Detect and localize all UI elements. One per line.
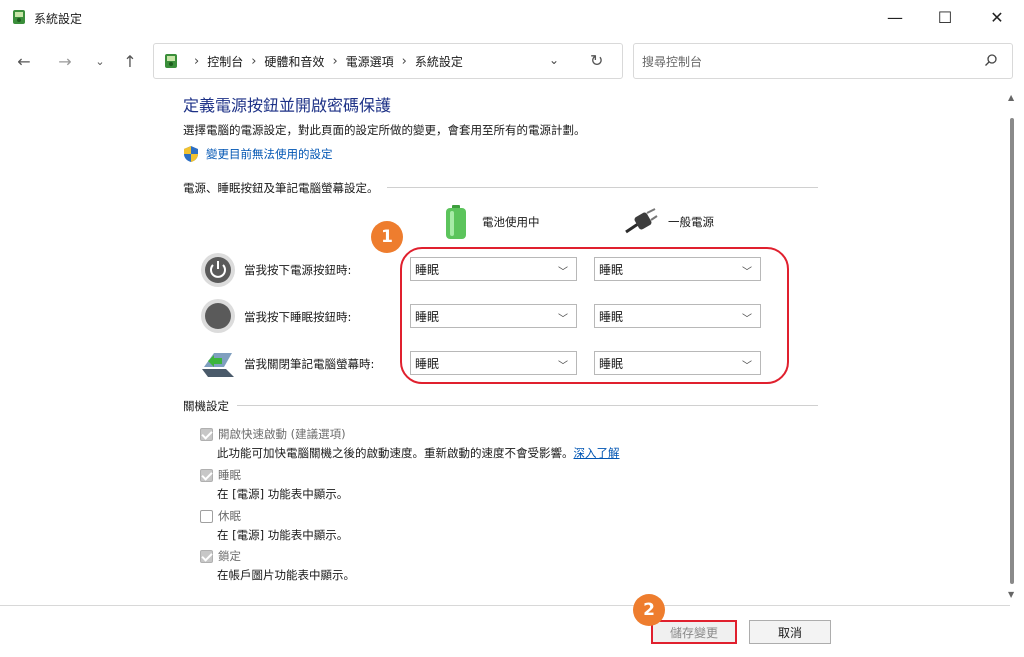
lock-option[interactable]: 鎖定 bbox=[200, 548, 241, 564]
save-changes-button[interactable]: 儲存變更 bbox=[651, 620, 737, 644]
title-bar: 系統設定 — ☐ ✕ bbox=[0, 0, 1024, 36]
section-divider bbox=[183, 405, 818, 406]
breadcrumb-separator[interactable]: › bbox=[402, 54, 407, 69]
sleep-option[interactable]: 睡眠 bbox=[200, 467, 241, 483]
recent-locations-button[interactable]: ⌄ bbox=[88, 49, 112, 73]
control-panel-icon bbox=[13, 10, 25, 24]
cancel-button[interactable]: 取消 bbox=[749, 620, 831, 644]
hibernate-label: 休眠 bbox=[218, 509, 241, 523]
battery-column-label: 電池使用中 bbox=[482, 215, 540, 229]
sleep-description: 在 [電源] 功能表中顯示。 bbox=[217, 487, 349, 501]
fast-startup-label: 開啟快速啟動 (建議選項) bbox=[218, 427, 346, 441]
search-input[interactable] bbox=[642, 52, 962, 72]
fast-startup-option[interactable]: 開啟快速啟動 (建議選項) bbox=[200, 426, 346, 442]
search-box[interactable] bbox=[633, 43, 1013, 79]
address-dropdown-button[interactable]: ⌄ bbox=[549, 53, 559, 67]
learn-more-link[interactable]: 深入了解 bbox=[574, 446, 620, 460]
scroll-down-icon[interactable]: ▼ bbox=[1008, 590, 1014, 599]
battery-icon bbox=[446, 205, 466, 239]
step-badge-1: 1 bbox=[371, 221, 403, 253]
breadcrumb-separator: › bbox=[194, 53, 200, 69]
sleep-label: 睡眠 bbox=[218, 468, 241, 482]
navigation-bar: ← → ⌄ ↑ › 控制台 › 硬體和音效 › 電源選項 › 系統設定 ⌄ ↻ bbox=[0, 36, 1024, 88]
highlight-box bbox=[400, 247, 789, 384]
scrollbar-thumb[interactable] bbox=[1010, 118, 1014, 584]
maximize-button[interactable]: ☐ bbox=[920, 0, 970, 34]
fast-startup-desc-text: 此功能可加快電腦關機之後的啟動速度。重新啟動的速度不會受影響。 bbox=[217, 446, 574, 460]
lock-checkbox[interactable] bbox=[200, 549, 213, 563]
breadcrumb-power-options[interactable]: 電源選項 bbox=[346, 53, 394, 70]
fast-startup-checkbox[interactable] bbox=[200, 427, 213, 441]
address-bar[interactable]: › 控制台 › 硬體和音效 › 電源選項 › 系統設定 ⌄ ↻ bbox=[153, 43, 623, 79]
sleep-button-row-label: 當我按下睡眠按鈕時: bbox=[244, 310, 352, 324]
battery-column-header: 電池使用中 bbox=[444, 204, 540, 240]
up-button[interactable]: ↑ bbox=[118, 49, 142, 73]
footer-divider bbox=[0, 605, 1010, 606]
fast-startup-description: 此功能可加快電腦關機之後的啟動速度。重新啟動的速度不會受影響。深入了解 bbox=[217, 445, 620, 461]
laptop-lid-row-label: 當我關閉筆記電腦螢幕時: bbox=[244, 357, 375, 371]
power-buttons-section-title: 電源、睡眠按鈕及筆記電腦螢幕設定。 bbox=[183, 180, 387, 196]
power-button-icon bbox=[201, 253, 235, 287]
window-title: 系統設定 bbox=[34, 12, 83, 26]
lock-label: 鎖定 bbox=[218, 549, 241, 563]
vertical-scrollbar[interactable]: ▲ ▼ bbox=[1006, 88, 1018, 605]
power-plug-icon bbox=[625, 208, 658, 234]
hibernate-option[interactable]: 休眠 bbox=[200, 508, 241, 524]
breadcrumb-hardware-sound[interactable]: 硬體和音效 bbox=[264, 53, 324, 70]
search-icon[interactable] bbox=[984, 53, 998, 67]
page-title: 定義電源按鈕並開啟密碼保護 bbox=[183, 96, 392, 115]
minimize-button[interactable]: — bbox=[870, 0, 920, 34]
scroll-up-icon[interactable]: ▲ bbox=[1008, 93, 1014, 102]
hibernate-checkbox[interactable] bbox=[200, 509, 213, 523]
back-button[interactable]: ← bbox=[12, 49, 36, 73]
power-button-row-label: 當我按下電源按鈕時: bbox=[244, 263, 352, 277]
plugged-column-header: 一般電源 bbox=[624, 208, 714, 236]
breadcrumb-separator[interactable]: › bbox=[332, 54, 337, 69]
sleep-button-icon bbox=[201, 299, 235, 333]
plugged-column-label: 一般電源 bbox=[668, 215, 714, 229]
breadcrumb-control-panel[interactable]: 控制台 bbox=[207, 53, 243, 70]
lock-description: 在帳戶圖片功能表中顯示。 bbox=[217, 568, 355, 582]
content-pane: 定義電源按鈕並開啟密碼保護 選擇電腦的電源設定，對此頁面的設定所做的變更，會套用… bbox=[0, 88, 1024, 657]
laptop-lid-icon bbox=[202, 353, 234, 377]
change-settings-link[interactable]: 變更目前無法使用的設定 bbox=[182, 145, 333, 163]
step-badge-2: 2 bbox=[633, 594, 665, 626]
forward-button[interactable]: → bbox=[53, 49, 77, 73]
control-panel-icon bbox=[165, 54, 177, 68]
page-subtitle: 選擇電腦的電源設定，對此頁面的設定所做的變更，會套用至所有的電源計劃。 bbox=[183, 123, 586, 137]
breadcrumb-separator[interactable]: › bbox=[251, 54, 256, 69]
shutdown-section-title: 關機設定 bbox=[183, 398, 237, 414]
breadcrumb-system-settings[interactable]: 系統設定 bbox=[415, 53, 463, 70]
uac-shield-icon bbox=[184, 146, 198, 162]
change-settings-label[interactable]: 變更目前無法使用的設定 bbox=[206, 146, 333, 162]
hibernate-description: 在 [電源] 功能表中顯示。 bbox=[217, 528, 349, 542]
sleep-checkbox[interactable] bbox=[200, 468, 213, 482]
refresh-button[interactable]: ↻ bbox=[590, 51, 603, 70]
close-button[interactable]: ✕ bbox=[972, 0, 1022, 34]
